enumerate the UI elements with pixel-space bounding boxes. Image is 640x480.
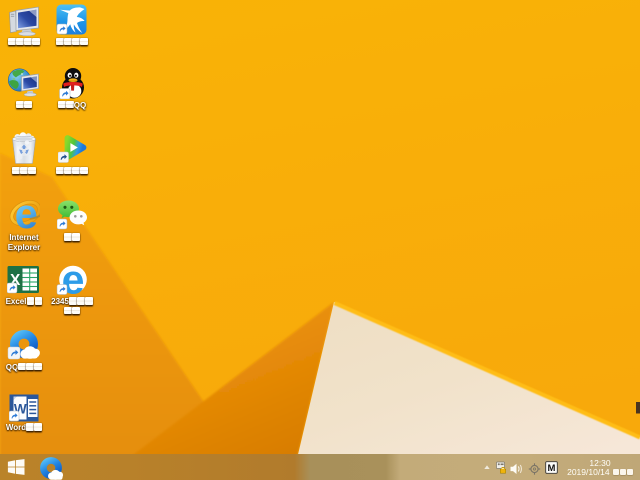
svg-text:e: e <box>15 198 38 230</box>
